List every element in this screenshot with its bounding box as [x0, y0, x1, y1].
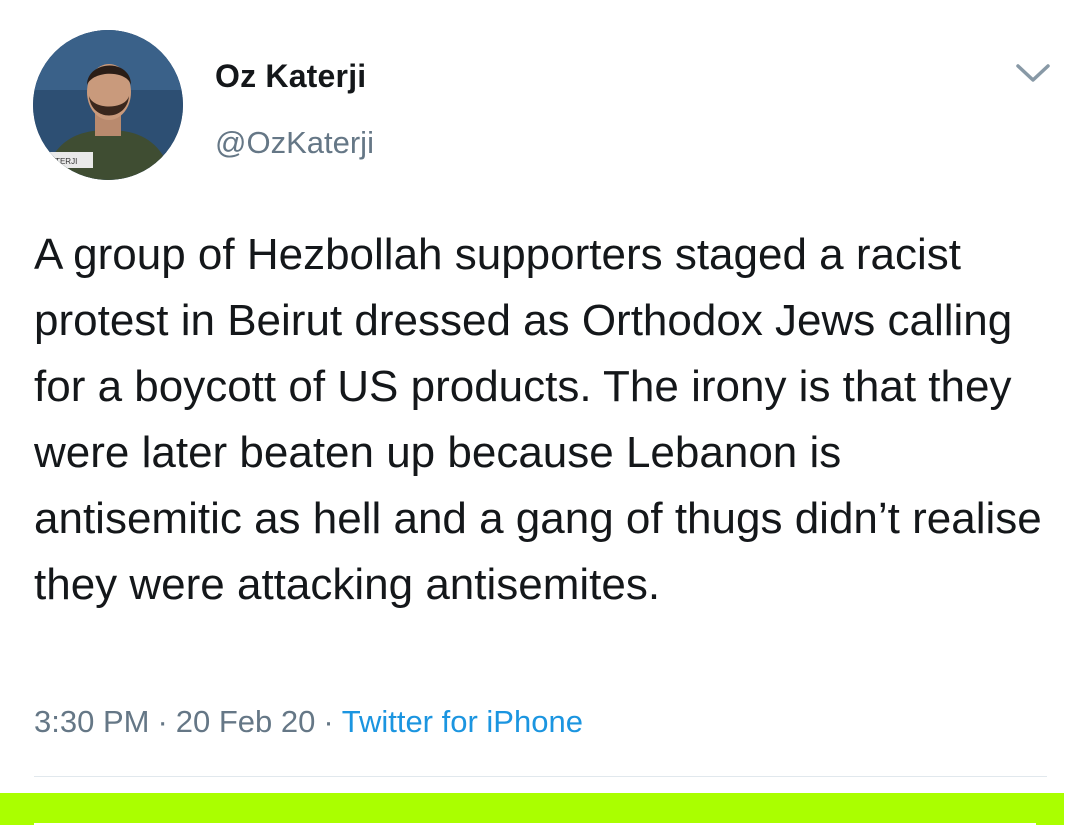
tweet-time[interactable]: 3:30 PM — [34, 704, 149, 739]
avatar[interactable]: KATERJI — [33, 30, 183, 180]
tweet-date[interactable]: 20 Feb 20 — [176, 704, 316, 739]
avatar-caption-text: KATERJI — [45, 157, 77, 166]
author-handle[interactable]: @OzKaterji — [215, 125, 374, 161]
meta-separator: · — [323, 704, 334, 739]
author-display-name[interactable]: Oz Katerji — [215, 58, 366, 94]
avatar-image: KATERJI — [33, 30, 183, 180]
chevron-down-icon[interactable] — [1013, 58, 1053, 88]
highlight-bar — [0, 793, 1064, 825]
tweet-meta: 3:30 PM · 20 Feb 20 · Twitter for iPhone — [34, 702, 583, 742]
meta-separator: · — [157, 704, 168, 739]
divider — [34, 776, 1047, 777]
tweet-source-link[interactable]: Twitter for iPhone — [342, 704, 583, 739]
tweet-text: A group of Hezbollah supporters staged a… — [34, 230, 1042, 609]
